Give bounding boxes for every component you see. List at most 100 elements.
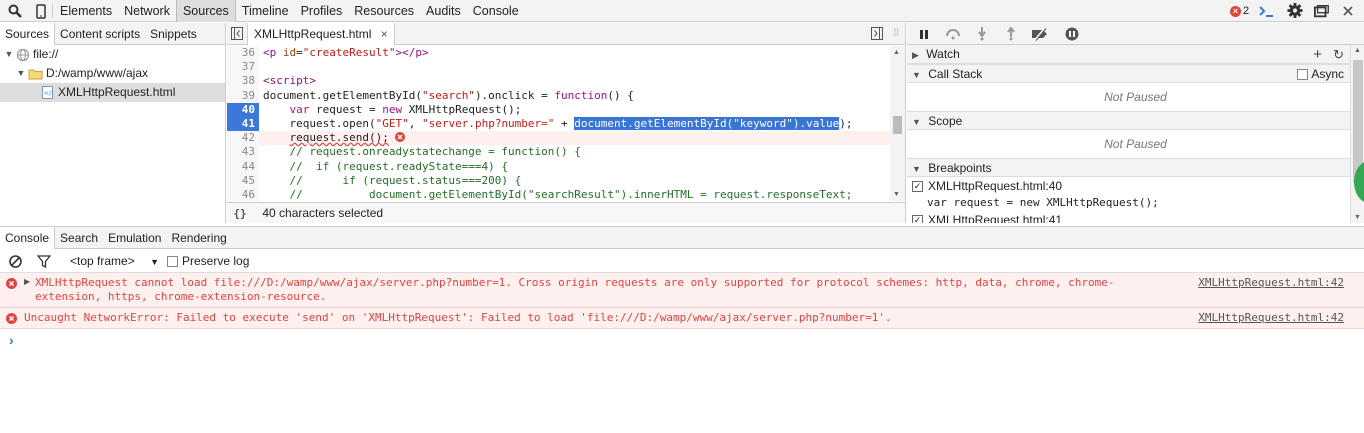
pretty-print-button[interactable]: {}	[227, 204, 253, 224]
console-error-message[interactable]: ▶ XMLHttpRequest cannot load file:///D:/…	[0, 273, 1364, 308]
tab-audits[interactable]: Audits	[420, 0, 467, 22]
breakpoint-item[interactable]: ✓ XMLHttpRequest.html:40	[907, 177, 1364, 195]
code-line[interactable]: 36 <p id="createResult"></p>	[227, 46, 890, 61]
expand-triangle-icon[interactable]: ▼	[912, 117, 921, 127]
collapse-triangle-icon[interactable]: ▶	[912, 50, 919, 60]
close-icon[interactable]	[1340, 3, 1356, 19]
scroll-up-icon[interactable]: ▲	[1354, 47, 1361, 54]
line-number[interactable]: 43	[227, 145, 259, 160]
console-error-message[interactable]: Uncaught NetworkError: Failed to execute…	[0, 308, 1364, 329]
breakpoint-marker[interactable]: 41	[227, 116, 259, 132]
breakpoint-checkbox[interactable]: ✓	[912, 180, 923, 192]
call-stack-pane-title[interactable]: ▼ Call Stack Async	[907, 64, 1364, 83]
expand-triangle-icon[interactable]: ▼	[912, 164, 921, 174]
search-icon[interactable]	[7, 3, 23, 19]
tab-profiles[interactable]: Profiles	[295, 0, 349, 22]
breakpoint-marker[interactable]: 40	[227, 102, 259, 117]
breakpoint-checkbox[interactable]: ✓	[912, 214, 923, 223]
step-out-icon[interactable]	[1002, 26, 1020, 42]
line-number[interactable]: 42	[227, 131, 259, 146]
resize-grip-icon[interactable]: ⁞⁞	[893, 28, 899, 39]
code-line[interactable]: 40 var request = new XMLHttpRequest();	[227, 102, 890, 117]
code-line[interactable]: 38 <script>	[227, 74, 890, 89]
tab-sources[interactable]: Sources	[175, 0, 236, 22]
pause-on-exceptions-icon[interactable]	[1063, 26, 1081, 42]
code-area[interactable]: 36 <p id="createResult"></p> 37 38 <scri…	[227, 46, 890, 201]
line-number[interactable]: 36	[227, 46, 259, 61]
line-number[interactable]: 46	[227, 187, 259, 201]
code-line[interactable]: 44 // if (request.readyState===4) {	[227, 159, 890, 174]
editor-file-tab[interactable]: XMLHttpRequest.html ×	[247, 23, 395, 45]
tab-timeline[interactable]: Timeline	[236, 0, 295, 22]
frame-selector[interactable]: <top frame> ▼	[70, 254, 159, 268]
expand-triangle-icon[interactable]: ▶	[24, 277, 30, 286]
expand-triangle-icon[interactable]: ▼	[2, 45, 16, 64]
nav-tab-sources[interactable]: Sources	[0, 23, 56, 45]
toggle-navigator-icon[interactable]	[231, 27, 243, 43]
line-number[interactable]: 45	[227, 173, 259, 188]
panel-tabs: Elements Network Sources Timeline Profil…	[54, 0, 525, 22]
folder-icon	[28, 69, 43, 79]
scrollbar-thumb[interactable]	[893, 116, 902, 134]
code-line[interactable]: 46 // document.getElementById("searchRes…	[227, 187, 890, 201]
console-source-link[interactable]: XMLHttpRequest.html:42	[1198, 311, 1344, 324]
breakpoint-item[interactable]: ✓ XMLHttpRequest.html:41	[907, 211, 1364, 223]
add-watch-icon[interactable]: +	[1313, 45, 1322, 64]
frame-selector-value: <top frame>	[70, 254, 135, 268]
clear-console-icon[interactable]	[9, 255, 22, 271]
console-drawer-icon[interactable]	[1258, 3, 1274, 19]
scroll-up-icon[interactable]: ▲	[893, 49, 900, 56]
code-line[interactable]: 45 // if (request.status===200) {	[227, 173, 890, 188]
expand-triangle-icon[interactable]: ▼	[14, 64, 28, 83]
breakpoints-pane-title[interactable]: ▼ Breakpoints	[907, 158, 1364, 177]
close-tab-icon[interactable]: ×	[381, 27, 388, 41]
selected-text: document.getElementById("keyword").value	[574, 116, 840, 130]
deactivate-breakpoints-icon[interactable]	[1031, 26, 1049, 42]
tree-item-folder[interactable]: ▼ D:/wamp/www/ajax	[0, 64, 225, 83]
preserve-log-checkbox[interactable]	[167, 255, 178, 267]
code-line[interactable]: 37	[227, 60, 890, 75]
console-prompt[interactable]: ›	[0, 329, 1364, 351]
async-checkbox[interactable]	[1297, 69, 1309, 80]
step-over-icon[interactable]	[944, 26, 962, 42]
tab-elements[interactable]: Elements	[54, 0, 118, 22]
drawer-tab-search[interactable]: Search	[55, 227, 103, 249]
watch-pane-title[interactable]: ▶ Watch + ↻	[907, 45, 1364, 64]
console-drawer: Console Search Emulation Rendering <top …	[0, 226, 1364, 433]
error-count-badge[interactable]: × 2	[1230, 5, 1249, 17]
line-number[interactable]: 37	[227, 60, 259, 75]
nav-tab-snippets[interactable]: Snippets	[145, 23, 202, 45]
code-line[interactable]: 39 document.getElementById("search").onc…	[227, 88, 890, 103]
step-into-icon[interactable]	[973, 26, 991, 42]
refresh-icon[interactable]: ↻	[1333, 45, 1344, 64]
source-editor: XMLHttpRequest.html × ⁞⁞ 36 <p id="creat…	[227, 23, 906, 223]
line-number[interactable]: 44	[227, 159, 259, 174]
dock-side-icon[interactable]	[1314, 3, 1330, 19]
editor-scrollbar[interactable]: ▲ ▼	[890, 46, 905, 201]
expand-triangle-icon[interactable]: ▼	[912, 70, 921, 80]
pause-icon[interactable]	[915, 26, 933, 42]
drawer-tab-console[interactable]: Console	[0, 227, 56, 249]
code-line[interactable]: 41 request.open("GET", "server.php?numbe…	[227, 116, 890, 132]
tree-item-file[interactable]: </> XMLHttpRequest.html	[0, 83, 225, 102]
scroll-down-icon[interactable]: ▼	[1354, 214, 1361, 221]
tree-item-origin[interactable]: ▼ file://	[0, 45, 225, 64]
code-line-error[interactable]: 42 request.send();	[227, 131, 890, 146]
drawer-tab-rendering[interactable]: Rendering	[166, 227, 231, 249]
chevron-down-icon[interactable]: ▼	[150, 257, 159, 267]
nav-tab-content-scripts[interactable]: Content scripts	[55, 23, 145, 45]
filter-icon[interactable]	[36, 255, 52, 271]
toggle-debugger-icon[interactable]	[871, 27, 883, 43]
scope-pane-title[interactable]: ▼ Scope	[907, 111, 1364, 130]
scroll-down-icon[interactable]: ▼	[893, 191, 900, 198]
line-number[interactable]: 38	[227, 74, 259, 89]
drawer-tab-emulation[interactable]: Emulation	[103, 227, 166, 249]
code-line[interactable]: 43 // request.onreadystatechange = funct…	[227, 145, 890, 160]
device-mode-icon[interactable]	[33, 3, 49, 19]
tab-console[interactable]: Console	[467, 0, 525, 22]
tab-resources[interactable]: Resources	[348, 0, 420, 22]
gear-icon[interactable]	[1287, 2, 1303, 18]
line-number[interactable]: 39	[227, 88, 259, 103]
console-source-link[interactable]: XMLHttpRequest.html:42	[1198, 276, 1344, 289]
tab-network[interactable]: Network	[118, 0, 176, 22]
